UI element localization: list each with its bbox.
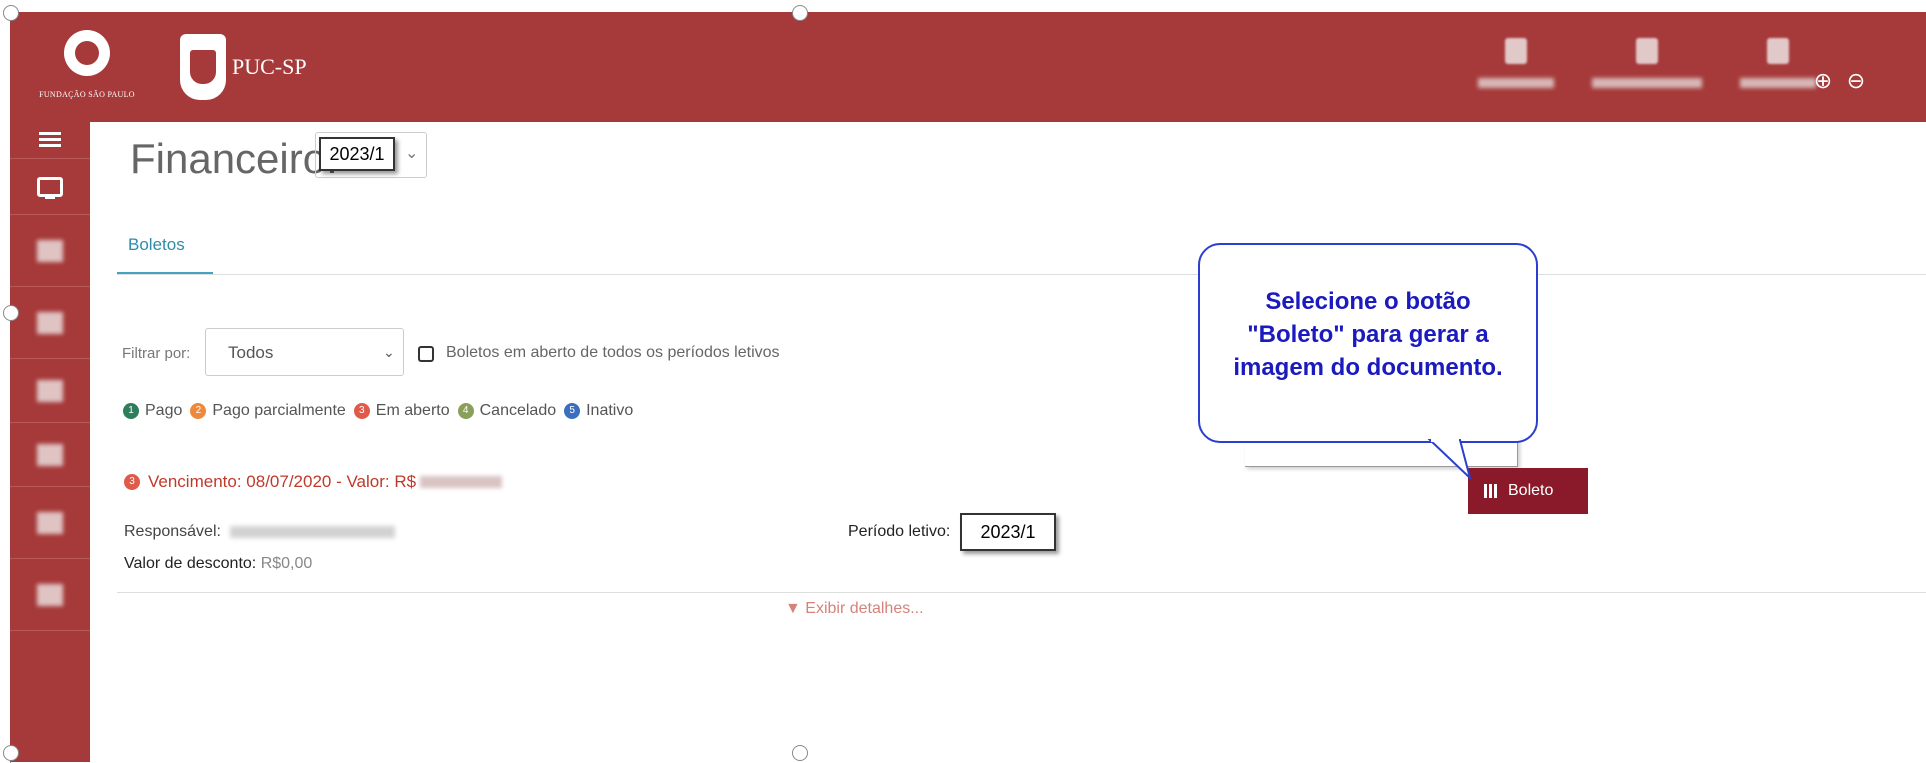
hamburger-icon (39, 132, 61, 148)
responsavel-label: Responsável: (124, 523, 221, 540)
filter-label: Filtrar por: (122, 345, 191, 362)
legend-cancelado-badge: 4 (457, 403, 474, 419)
filter-selected-value[interactable]: Todos (228, 343, 273, 363)
top-bar: FUNDAÇÃO SÃO PAULO PUC-SP ⊕ ⊖ (10, 12, 1926, 122)
blurred-icon (37, 240, 63, 262)
sidebar-item-blurred-1[interactable] (10, 216, 90, 287)
sidebar-item-blurred-5[interactable] (10, 488, 90, 559)
callout-line-1: Selecione o botão (1265, 288, 1471, 315)
fundacao-sao-paulo-logo: FUNDAÇÃO SÃO PAULO (32, 30, 142, 115)
sidebar-item-dashboard[interactable] (10, 160, 90, 215)
blurred-icon (37, 312, 63, 334)
tab-boletos[interactable]: Boletos (128, 235, 185, 255)
sidebar-item-blurred-6[interactable] (10, 560, 90, 631)
menu-toggle[interactable] (10, 122, 90, 159)
responsavel-blurred (230, 526, 395, 538)
periodo-value: 2023/1 (960, 513, 1056, 551)
legend-pago-badge: 1 (123, 403, 139, 419)
top-nav-item-3[interactable] (1740, 38, 1816, 88)
zoom-in-icon[interactable]: ⊕ (1810, 68, 1836, 94)
row-divider (117, 592, 1926, 593)
blurred-nav-label (1592, 78, 1702, 88)
puc-crest-icon (180, 34, 226, 100)
callout-pointer (1427, 437, 1472, 482)
open-boletos-checkbox-label[interactable]: Boletos em aberto de todos os períodos l… (446, 344, 780, 362)
legend-inativo-label: Inativo (586, 402, 634, 419)
blurred-icon (37, 584, 63, 606)
boleto-button[interactable]: Boleto (1468, 468, 1588, 514)
resize-handle[interactable] (792, 745, 808, 761)
blurred-nav-icon (1505, 38, 1527, 64)
monitor-icon (37, 177, 63, 199)
window-frame (10, 12, 1926, 763)
status-legend: 1 Pago 2 Pago parcialmente 3 Em aberto 4… (123, 402, 633, 420)
blurred-nav-icon (1636, 38, 1658, 64)
tab-divider (117, 274, 1926, 275)
callout-line-3: imagem do documento. (1233, 354, 1503, 381)
chevron-down-icon[interactable]: ⌄ (405, 143, 418, 163)
boleto-button-label: Boleto (1508, 482, 1554, 499)
exibir-detalhes-link[interactable]: ▼ Exibir detalhes... (785, 600, 924, 618)
sidebar-item-blurred-4[interactable] (10, 424, 90, 487)
status-badge: 3 (124, 474, 140, 490)
legend-em-aberto-badge: 3 (353, 403, 370, 419)
fsp-seal-icon (64, 30, 110, 76)
zoom-out-icon[interactable]: ⊖ (1843, 68, 1869, 94)
blurred-icon (37, 512, 63, 534)
valor-blurred (420, 476, 503, 488)
sidebar-item-blurred-3[interactable] (10, 360, 90, 423)
callout-text: Selecione o botão "Boleto" para gerar a … (1198, 285, 1538, 384)
chevron-down-icon[interactable]: ⌄ (383, 344, 395, 361)
top-nav-item-2[interactable] (1592, 38, 1702, 88)
legend-cancelado-label: Cancelado (479, 402, 557, 419)
barcode-icon (1484, 484, 1498, 498)
puc-sp-logo[interactable]: PUC-SP (180, 32, 307, 102)
periodo-label: Período letivo: (848, 523, 951, 540)
legend-pago-parcialmente-badge: 2 (190, 403, 207, 419)
vencimento-text: Vencimento: 08/07/2020 - Valor: R$ (148, 472, 417, 491)
blurred-nav-icon (1767, 38, 1789, 64)
blurred-icon (37, 380, 63, 402)
legend-em-aberto-label: Em aberto (375, 402, 450, 419)
desconto-row: Valor de desconto: R$0,00 (124, 555, 312, 573)
desconto-value: R$0,00 (260, 555, 313, 572)
resize-handle[interactable] (792, 5, 808, 21)
resize-handle[interactable] (3, 745, 19, 761)
resize-handle[interactable] (3, 305, 19, 321)
legend-pago-parcialmente-label: Pago parcialmente (212, 402, 346, 419)
sidebar (10, 122, 90, 762)
year-selected-value[interactable]: 2023/1 (319, 137, 395, 171)
top-nav-item-1[interactable] (1478, 38, 1554, 88)
resize-handle[interactable] (3, 5, 19, 21)
legend-inativo-badge: 5 (564, 403, 581, 419)
blurred-nav-label (1478, 78, 1554, 88)
sidebar-item-blurred-2[interactable] (10, 288, 90, 359)
callout-line-2: "Boleto" para gerar a (1247, 321, 1489, 348)
page-title: Financeiro: (130, 135, 338, 182)
blurred-icon (37, 444, 63, 466)
legend-pago-label: Pago (145, 402, 183, 419)
open-boletos-checkbox[interactable] (418, 346, 434, 362)
desconto-label: Valor de desconto: (124, 555, 257, 572)
puc-logo-text: PUC-SP (232, 54, 307, 79)
fsp-logo-text: FUNDAÇÃO SÃO PAULO (39, 90, 135, 99)
top-nav-icons (1478, 38, 1816, 88)
blurred-nav-label (1740, 78, 1816, 88)
boleto-vencimento: 3 Vencimento: 08/07/2020 - Valor: R$ (124, 472, 503, 492)
